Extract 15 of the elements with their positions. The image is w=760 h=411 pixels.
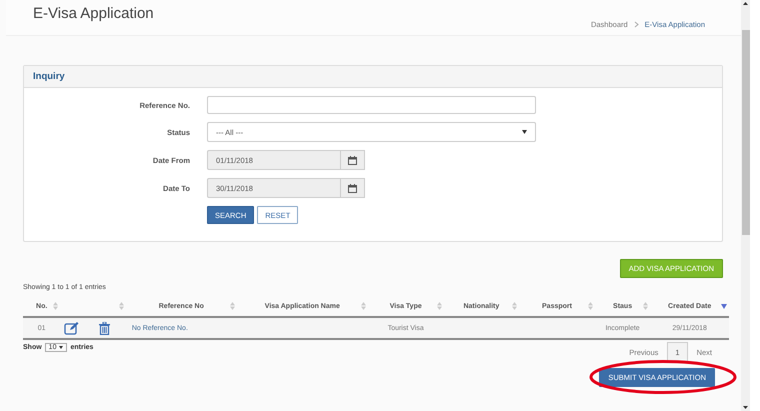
calendar-icon [348,184,357,192]
calendar-icon [348,156,357,164]
calendar-button[interactable] [341,178,365,198]
page-title: E-Visa Application [33,5,154,24]
edit-icon[interactable] [64,322,80,334]
scroll-down-icon[interactable] [741,405,750,411]
trash-icon[interactable] [99,322,110,334]
panel-title: Inquiry [33,71,65,82]
caret-icon [59,346,64,348]
chevron-icon [634,20,639,28]
scroll-up-icon[interactable] [741,0,750,6]
caret-icon [522,130,527,134]
scrollbar[interactable] [741,0,750,411]
calendar-button[interactable] [341,150,365,170]
input-field[interactable] [207,96,536,114]
